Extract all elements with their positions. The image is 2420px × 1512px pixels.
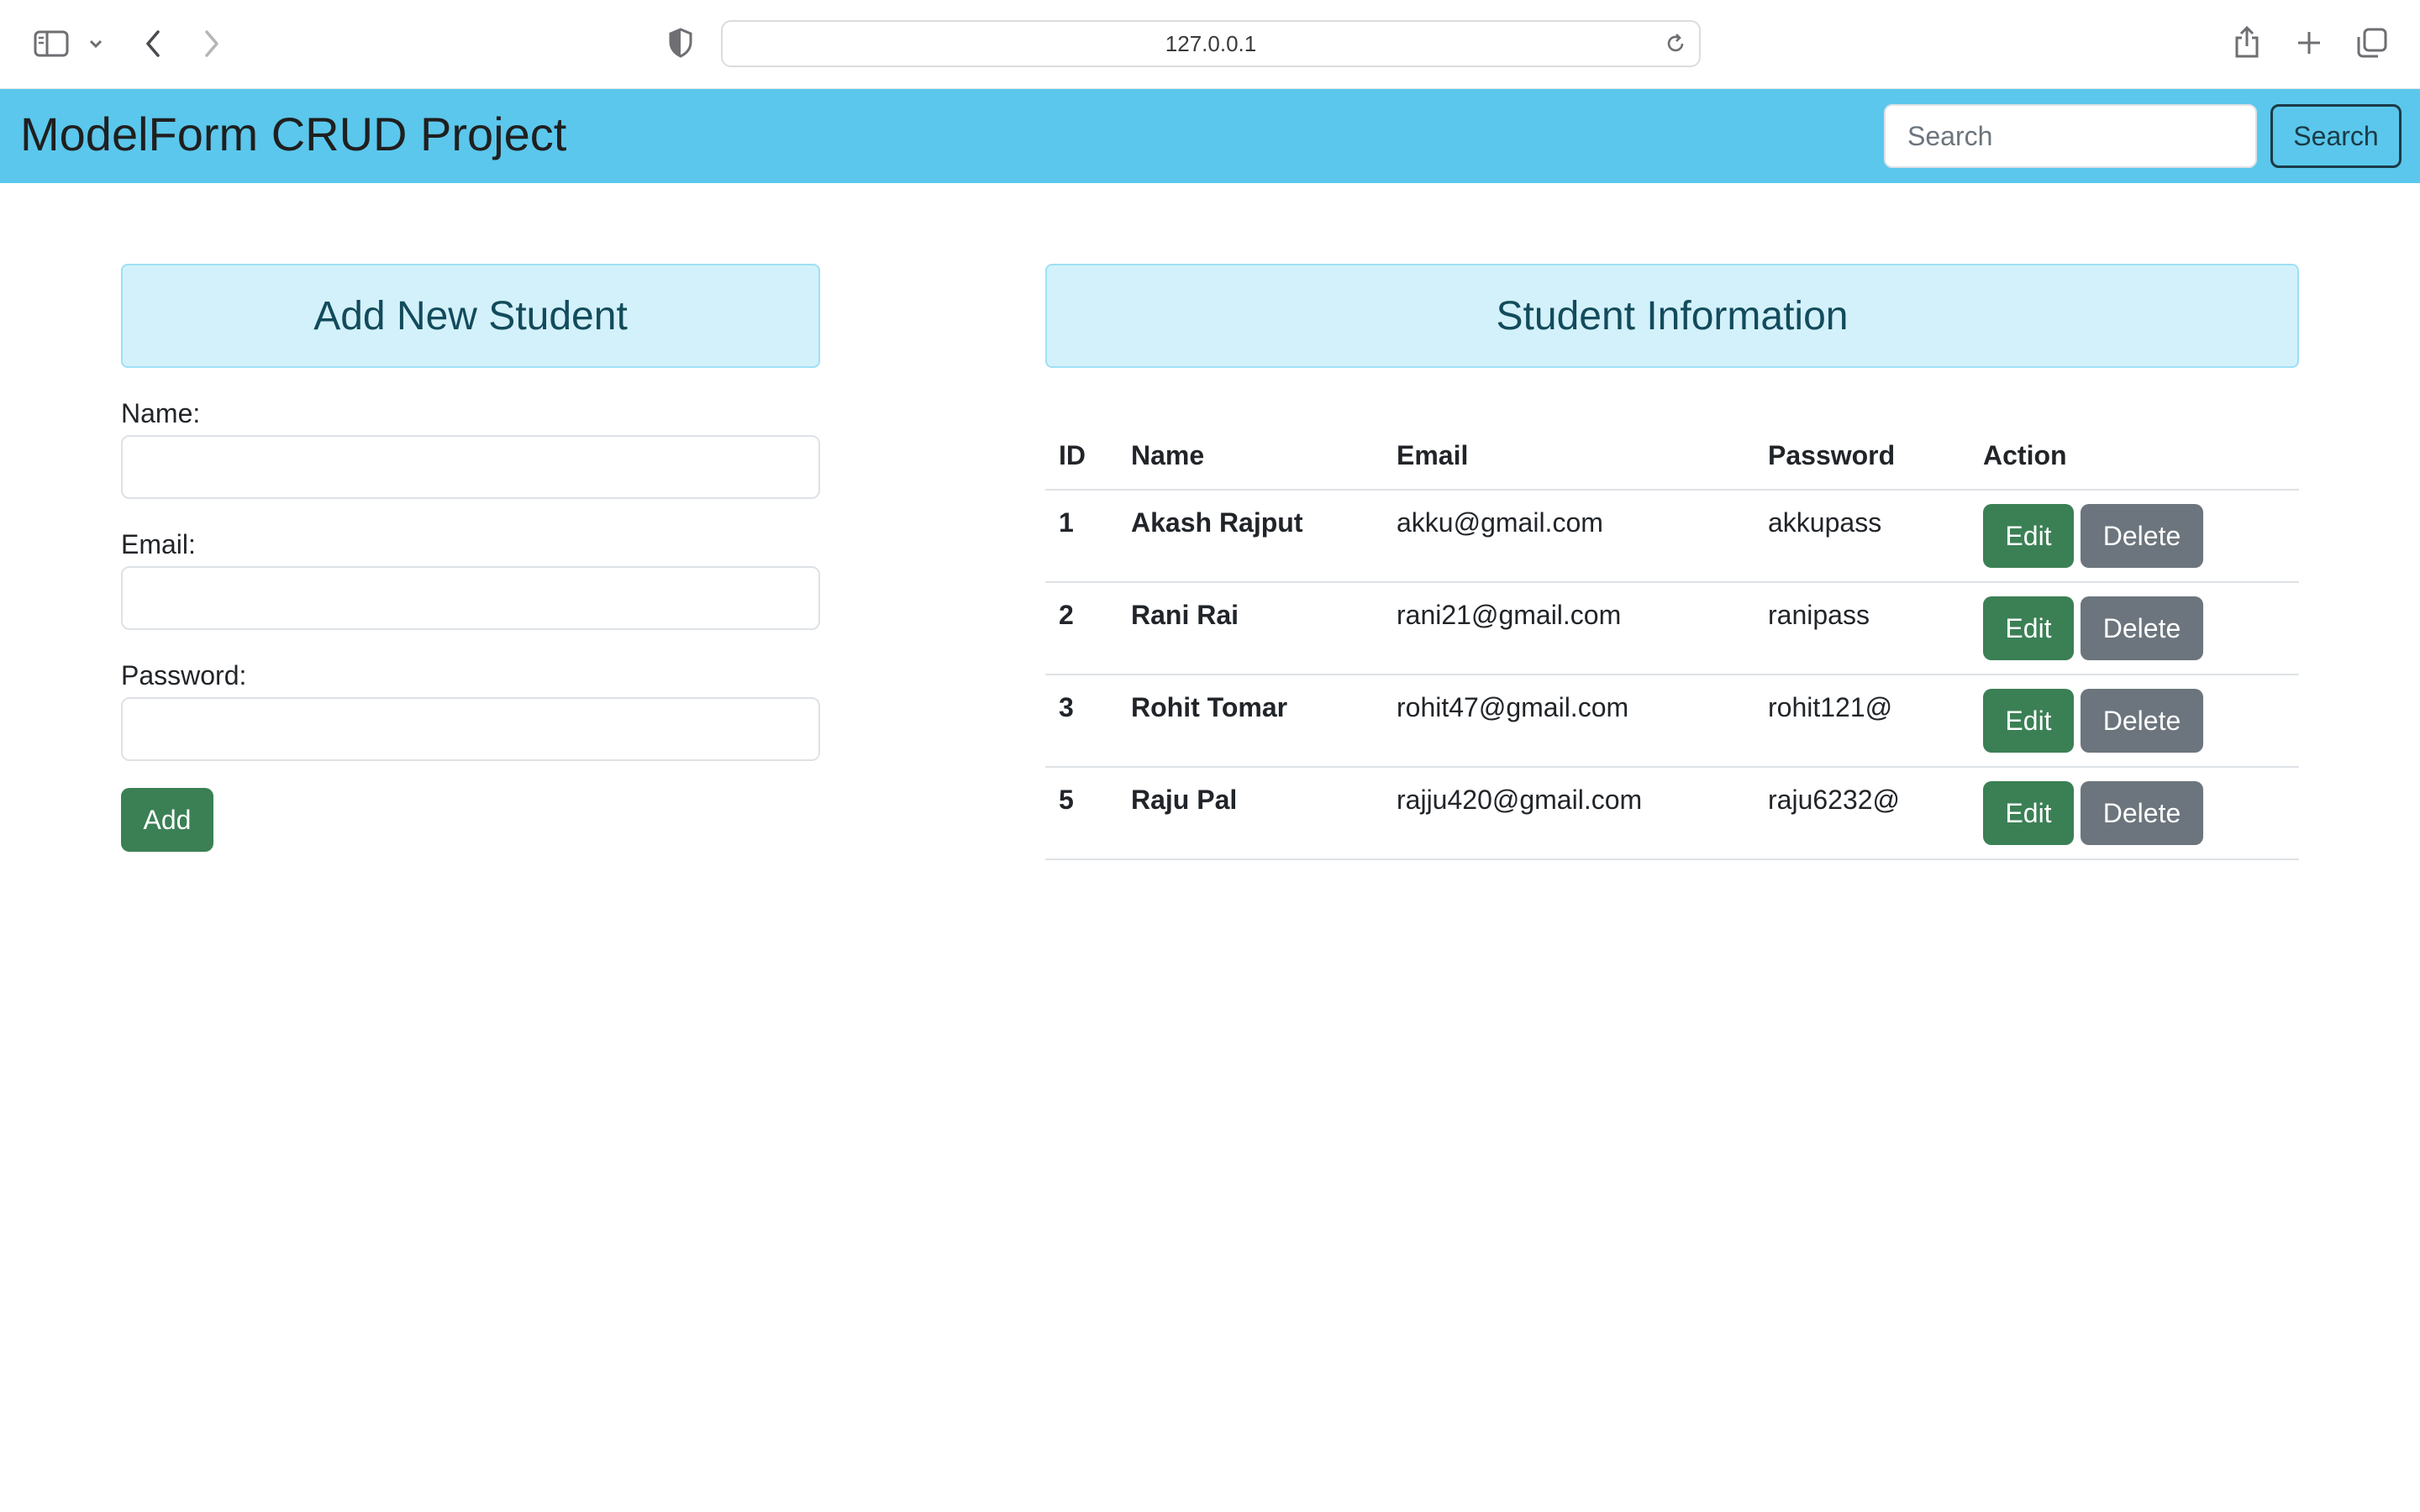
column-header-action: Action xyxy=(1983,440,2067,470)
new-tab-icon[interactable] xyxy=(2292,25,2326,60)
student-name: Rani Rai xyxy=(1131,600,1239,630)
column-header-name: Name xyxy=(1131,440,1205,470)
password-label: Password: xyxy=(121,660,247,690)
name-label: Name: xyxy=(121,398,201,428)
student-name: Akash Rajput xyxy=(1131,507,1303,538)
url-text: 127.0.0.1 xyxy=(1165,30,1257,56)
table-header-row: ID Name Email Password Action xyxy=(1045,425,2299,491)
share-icon[interactable] xyxy=(2230,22,2264,62)
student-table: ID Name Email Password Action 1 Akash Ra… xyxy=(1045,425,2299,860)
forward-arrow-icon[interactable] xyxy=(197,25,227,62)
email-field[interactable] xyxy=(121,566,820,630)
student-password: raju6232@ xyxy=(1768,785,1901,815)
reload-icon[interactable] xyxy=(1664,32,1687,55)
student-email: rani21@gmail.com xyxy=(1397,600,1622,630)
student-name: Rohit Tomar xyxy=(1131,692,1288,722)
address-bar[interactable]: 127.0.0.1 xyxy=(721,20,1701,67)
student-email: akku@gmail.com xyxy=(1397,507,1603,538)
delete-button[interactable]: Delete xyxy=(2081,689,2203,753)
email-label: Email: xyxy=(121,529,196,559)
column-header-id: ID xyxy=(1059,440,1086,470)
table-row: 1 Akash Rajput akku@gmail.com akkupass E… xyxy=(1045,491,2299,583)
table-row: 3 Rohit Tomar rohit47@gmail.com rohit121… xyxy=(1045,675,2299,768)
delete-button[interactable]: Delete xyxy=(2081,781,2203,845)
browser-toolbar: 127.0.0.1 xyxy=(0,0,2420,89)
edit-button[interactable]: Edit xyxy=(1983,781,2074,845)
student-id: 2 xyxy=(1059,600,1074,630)
shield-icon[interactable] xyxy=(664,25,697,60)
student-password: ranipass xyxy=(1768,600,1870,630)
delete-button[interactable]: Delete xyxy=(2081,504,2203,568)
student-info-heading: Student Information xyxy=(1045,264,2299,368)
search-input[interactable] xyxy=(1884,104,2257,168)
column-header-email: Email xyxy=(1397,440,1469,470)
search-button[interactable]: Search xyxy=(2270,104,2402,168)
student-password: rohit121@ xyxy=(1768,692,1893,722)
password-field[interactable] xyxy=(121,697,820,761)
back-arrow-icon[interactable] xyxy=(138,25,168,62)
student-email: rohit47@gmail.com xyxy=(1397,692,1629,722)
name-field[interactable] xyxy=(121,435,820,499)
edit-button[interactable]: Edit xyxy=(1983,504,2074,568)
column-header-password: Password xyxy=(1768,440,1896,470)
add-student-heading: Add New Student xyxy=(121,264,820,368)
student-email: rajju420@gmail.com xyxy=(1397,785,1643,815)
student-id: 3 xyxy=(1059,692,1074,722)
add-button[interactable]: Add xyxy=(121,788,213,852)
sidebar-icon[interactable] xyxy=(32,27,71,60)
table-row: 5 Raju Pal rajju420@gmail.com raju6232@ … xyxy=(1045,768,2299,860)
brand-title[interactable]: ModelForm CRUD Project xyxy=(20,101,566,168)
student-password: akkupass xyxy=(1768,507,1882,538)
chevron-down-icon[interactable] xyxy=(86,32,106,55)
delete-button[interactable]: Delete xyxy=(2081,596,2203,660)
navbar: ModelForm CRUD Project Search xyxy=(0,89,2420,183)
tabs-overview-icon[interactable] xyxy=(2354,25,2390,60)
student-id: 1 xyxy=(1059,507,1074,538)
student-id: 5 xyxy=(1059,785,1074,815)
edit-button[interactable]: Edit xyxy=(1983,689,2074,753)
table-row: 2 Rani Rai rani21@gmail.com ranipass Edi… xyxy=(1045,583,2299,675)
edit-button[interactable]: Edit xyxy=(1983,596,2074,660)
student-name: Raju Pal xyxy=(1131,785,1238,815)
